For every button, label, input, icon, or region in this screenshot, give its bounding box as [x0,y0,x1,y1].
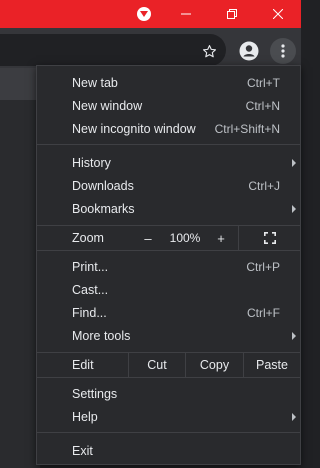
menu-item-label: Exit [72,443,93,458]
edit-row: Edit Cut Copy Paste [37,353,300,377]
menu-separator [37,144,300,145]
shortcut-label: Ctrl+Shift+N [214,121,280,136]
menu-item-history[interactable]: History [37,151,300,174]
menu-item-more-tools[interactable]: More tools [37,324,300,347]
shortcut-label: Ctrl+N [245,98,280,113]
copy-button[interactable]: Copy [185,353,243,377]
shortcut-label: Ctrl+F [247,305,280,320]
zoom-level: 100% [169,231,201,245]
app-menu: New tab Ctrl+T New window Ctrl+N New inc… [36,65,301,465]
menu-item-label: More tools [72,328,131,343]
menu-item-label: Cast... [72,282,109,297]
zoom-label: Zoom [72,231,104,245]
submenu-arrow-icon [292,331,296,340]
menu-item-print[interactable]: Print... Ctrl+P [37,255,300,278]
menu-item-exit[interactable]: Exit [37,439,300,462]
menu-item-label: New tab [72,75,118,90]
menu-item-label: Print... [72,259,109,274]
menu-item-label: New window [72,98,143,113]
menu-separator [37,250,300,251]
page-content [0,68,40,468]
submenu-arrow-icon [292,158,296,167]
menu-item-find[interactable]: Find... Ctrl+F [37,301,300,324]
menu-item-new-tab[interactable]: New tab Ctrl+T [37,71,300,94]
menu-item-label: Find... [72,305,107,320]
minimize-icon[interactable] [163,0,209,28]
paste-button[interactable]: Paste [243,353,300,377]
cut-button[interactable]: Cut [128,353,185,377]
zoom-out-button[interactable]: – [130,226,166,250]
menu-item-new-incognito-window[interactable]: New incognito window Ctrl+Shift+N [37,117,300,140]
menu-item-new-window[interactable]: New window Ctrl+N [37,94,300,117]
address-bar[interactable] [0,34,226,66]
shortcut-label: Ctrl+J [248,178,280,193]
fullscreen-icon[interactable] [238,226,300,250]
title-bar [0,0,301,28]
menu-item-cast[interactable]: Cast... [37,278,300,301]
edit-label: Edit [72,358,94,372]
menu-item-settings[interactable]: Settings [37,382,300,405]
chevron-down-icon[interactable] [137,7,151,21]
menu-item-label: New incognito window [72,121,196,136]
menu-item-label: Bookmarks [72,201,135,216]
restore-icon[interactable] [209,0,255,28]
menu-item-label: Settings [72,386,118,401]
submenu-arrow-icon [292,412,296,421]
star-icon[interactable] [200,42,218,60]
menu-item-label: Downloads [72,178,134,193]
menu-item-label: Help [72,409,98,424]
menu-separator [37,432,300,433]
shortcut-label: Ctrl+T [247,75,280,90]
menu-item-downloads[interactable]: Downloads Ctrl+J [37,174,300,197]
menu-item-bookmarks[interactable]: Bookmarks [37,197,300,220]
kebab-menu-icon[interactable] [270,38,296,64]
submenu-arrow-icon [292,204,296,213]
shortcut-label: Ctrl+P [246,259,280,274]
zoom-in-button[interactable]: + [204,226,238,250]
zoom-row: Zoom – 100% + [37,226,300,250]
close-icon[interactable] [255,0,301,28]
menu-item-help[interactable]: Help [37,405,300,428]
menu-separator [37,377,300,378]
avatar-icon[interactable] [238,40,260,62]
menu-item-label: History [72,155,111,170]
